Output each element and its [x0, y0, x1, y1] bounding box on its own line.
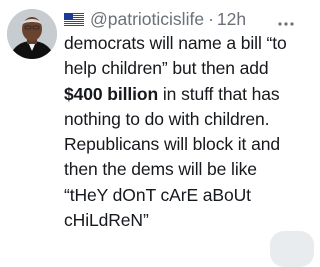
tweet-line: nothing to do with children. [64, 108, 270, 129]
tweet-line: Republicans will block it and [64, 134, 280, 155]
tweet-header: @patrioticislife · 12h [64, 8, 246, 30]
avatar[interactable] [7, 9, 57, 59]
username[interactable]: @patrioticislife [90, 9, 204, 30]
tweet-line: democrats will name a bill “to [64, 33, 287, 53]
tweet-line-rest: in stuff that has [158, 83, 280, 104]
tweet-line: “tHeY dOnT cArE aBoUt [64, 184, 251, 205]
tweet-line: $400 billion in stuff that has [64, 82, 300, 107]
tweet-line: help children” but then add [64, 58, 269, 79]
us-flag-icon [64, 12, 84, 26]
tweet-card: @patrioticislife · 12h democrats will na… [0, 0, 314, 267]
tweet-line: cHiLdReN” [64, 210, 149, 231]
timestamp[interactable]: 12h [217, 9, 246, 30]
tweet-text: democrats will name a bill “to help chil… [64, 31, 300, 233]
bold-amount: $400 billion [64, 83, 159, 104]
more-options-icon[interactable] [278, 13, 294, 26]
tweet-line: then the dems will be like [64, 159, 257, 180]
header-separator: · [208, 8, 214, 29]
floating-action-button[interactable] [270, 231, 314, 267]
